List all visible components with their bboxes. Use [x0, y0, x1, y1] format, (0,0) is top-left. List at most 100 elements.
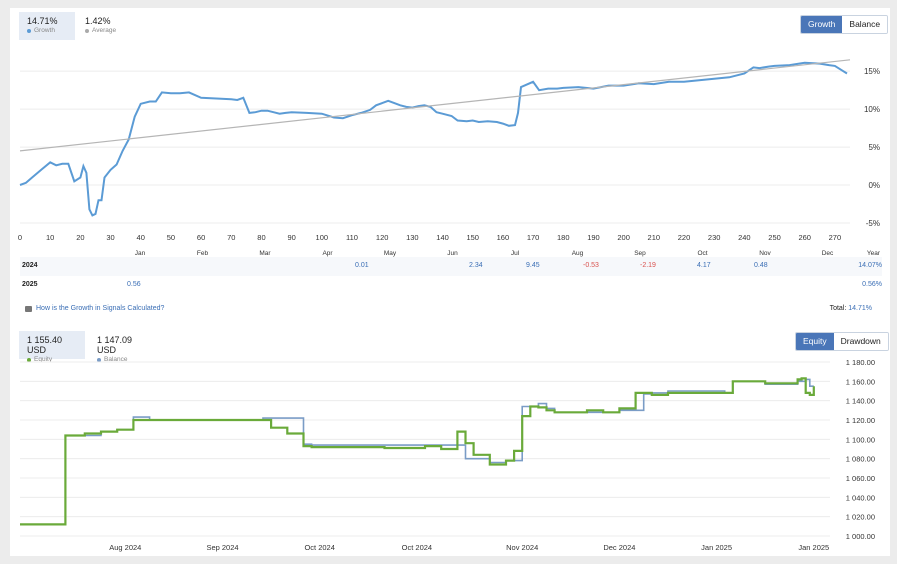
month-label: Apr	[322, 250, 333, 257]
total-label: Total:	[829, 305, 847, 312]
y-tick-label: 1 140.00	[846, 397, 875, 406]
x-tick-label: 130	[406, 233, 419, 242]
month-value: 0.01	[355, 262, 369, 269]
x-tick-label: 0	[18, 233, 22, 242]
growth-toggle-button[interactable]: Growth	[801, 16, 843, 33]
equity-value: 1 155.40 USD	[27, 335, 63, 355]
y-tick-label: 1 040.00	[846, 493, 875, 502]
x-tick-label: 250	[768, 233, 781, 242]
x-tick-label: 150	[466, 233, 479, 242]
x-tick-label: 90	[287, 233, 295, 242]
y-tick-label: 5%	[868, 143, 880, 152]
x-tick-label: 170	[527, 233, 540, 242]
month-label: May	[384, 250, 397, 257]
x-tick-label: Aug 2024	[109, 543, 141, 552]
total-growth: Total: 14.71%	[830, 305, 872, 312]
month-value: 9.45	[526, 262, 540, 269]
year-row-2025: 2025 0.56 0.56%	[20, 276, 882, 295]
x-tick-label: 160	[497, 233, 510, 242]
y-tick-label: 1 100.00	[846, 435, 875, 444]
month-label: Feb	[197, 250, 209, 257]
x-tick-label: 260	[798, 233, 811, 242]
month-value: 0.48	[754, 262, 768, 269]
x-tick-label: 140	[436, 233, 449, 242]
x-tick-label: 120	[376, 233, 389, 242]
x-tick-label: Sep 2024	[206, 543, 238, 552]
month-label: Nov	[759, 250, 771, 257]
month-value: -0.53	[583, 262, 599, 269]
y-tick-label: 1 160.00	[846, 377, 875, 386]
month-value: 0.56	[127, 281, 141, 288]
x-tick-label: 110	[346, 233, 358, 242]
x-tick-label: 80	[257, 233, 265, 242]
x-tick-label: 20	[76, 233, 84, 242]
equity-toggle-button[interactable]: Equity	[796, 333, 834, 350]
x-tick-label: 180	[557, 233, 570, 242]
trend-line	[19, 59, 851, 152]
month-value: -2.19	[640, 262, 656, 269]
x-tick-label: 50	[167, 233, 175, 242]
growth-calc-link[interactable]: How is the Growth in Signals Calculated?	[25, 305, 164, 312]
month-label: Jun	[447, 250, 458, 257]
average-dot-icon	[85, 28, 89, 33]
growth-dot-icon	[27, 28, 31, 33]
x-tick-label: 70	[227, 233, 235, 242]
y-tick-label: 1 060.00	[846, 474, 875, 483]
y-tick-label: 0%	[868, 181, 880, 190]
year-total: 0.56%	[862, 281, 882, 288]
growth-series-line	[19, 61, 848, 217]
x-tick-label: Jan 2025	[798, 543, 829, 552]
year-total: 14.07%	[858, 262, 882, 269]
month-value: 2.34	[469, 262, 483, 269]
growth-value: 14.71%	[27, 16, 58, 26]
year-label: 2025	[22, 281, 38, 288]
x-tick-label: 10	[46, 233, 54, 242]
month-label: Dec	[822, 250, 834, 257]
balance-toggle-button[interactable]: Balance	[842, 16, 888, 33]
x-tick-label: 210	[648, 233, 661, 242]
equity-stat[interactable]: 1 155.40 USD Equity	[19, 331, 85, 363]
balance-value: 1 147.09 USD	[97, 335, 133, 355]
y-tick-label: 10%	[864, 105, 880, 114]
average-stat[interactable]: 1.42% Average	[77, 12, 137, 40]
balance-stat[interactable]: 1 147.09 USD Balance	[89, 331, 159, 363]
month-label: Mar	[259, 250, 271, 257]
y-tick-label: 1 180.00	[846, 358, 875, 367]
growth-calc-link-text: How is the Growth in Signals Calculated?	[36, 305, 165, 312]
month-label: Aug	[572, 250, 584, 257]
drawdown-toggle-button[interactable]: Drawdown	[833, 333, 888, 350]
x-tick-label: 40	[137, 233, 145, 242]
growth-label: Growth	[34, 27, 55, 34]
month-label: Sep	[634, 250, 646, 257]
month-label: Jan	[135, 250, 146, 257]
month-label: Oct	[697, 250, 707, 257]
year-label: 2024	[22, 262, 38, 269]
x-tick-label: 230	[708, 233, 721, 242]
month-value: 4.17	[697, 262, 711, 269]
equity-chart: 1 180.00 1 160.00 1 140.00 1 120.00 1 100.00…	[20, 358, 875, 552]
signal-panel: 14.71% Growth 1.42% Average Growth Balan…	[10, 8, 890, 556]
y-tick-label: 1 000.00	[846, 532, 875, 541]
growth-stat[interactable]: 14.71% Growth	[19, 12, 75, 40]
x-tick-label: 60	[197, 233, 205, 242]
growth-balance-toggle: Growth Balance	[800, 15, 889, 34]
y-tick-label: -5%	[866, 219, 880, 228]
year-axis-label: Year	[867, 250, 881, 257]
x-tick-label: Oct 2024	[304, 543, 334, 552]
x-tick-label: 100	[316, 233, 329, 242]
x-tick-label: 240	[738, 233, 751, 242]
info-book-icon	[25, 305, 32, 312]
total-value: 14.71%	[848, 305, 872, 312]
year-row-2024: 2024 0.01 2.34 9.45 -0.53 -2.19 4.17 0.48 14.07%	[20, 257, 882, 276]
x-tick-label: 270	[829, 233, 842, 242]
x-tick-label: Nov 2024	[506, 543, 538, 552]
x-tick-label: Dec 2024	[603, 543, 635, 552]
y-tick-label: 1 120.00	[846, 416, 875, 425]
y-tick-label: 15%	[864, 67, 880, 76]
average-label: Average	[92, 27, 117, 34]
x-tick-label: 220	[678, 233, 691, 242]
average-value: 1.42%	[85, 16, 111, 26]
month-label: Jul	[511, 250, 520, 257]
x-tick-label: Oct 2024	[402, 543, 432, 552]
x-tick-label: 200	[617, 233, 630, 242]
